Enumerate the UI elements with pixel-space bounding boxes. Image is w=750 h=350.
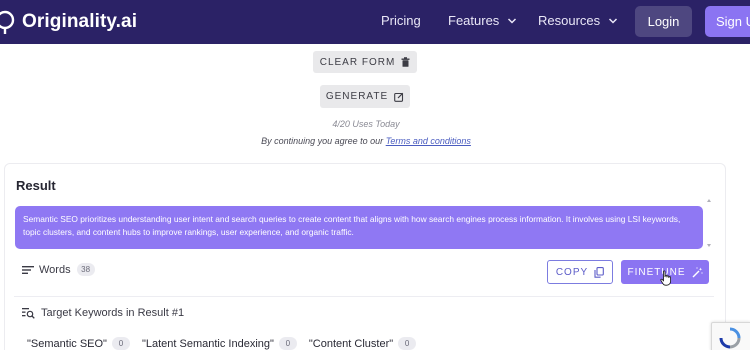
nav-link-label: Resources bbox=[538, 13, 601, 28]
keyword-item: "Latent Semantic Indexing" 0 bbox=[142, 337, 297, 350]
section-divider bbox=[14, 296, 714, 297]
finetune-label: FINETUNE bbox=[627, 266, 686, 278]
brand-logo[interactable]: Originality.ai bbox=[0, 8, 137, 36]
keyword-list: "Semantic SEO" 0 "Latent Semantic Indexi… bbox=[27, 337, 428, 350]
keyword-count-badge: 0 bbox=[111, 337, 130, 350]
keyword-label: "Latent Semantic Indexing" bbox=[141, 337, 274, 350]
usage-counter: 4/20 Uses Today bbox=[332, 119, 400, 129]
result-card bbox=[4, 163, 726, 350]
keyword-item: "Semantic SEO" 0 bbox=[27, 337, 130, 350]
copy-button[interactable]: COPY bbox=[547, 260, 613, 284]
word-count-badge: 38 bbox=[76, 263, 95, 276]
scroll-down-arrow-icon[interactable] bbox=[707, 244, 711, 247]
keyword-label: "Content Cluster" bbox=[308, 337, 394, 350]
magic-wand-icon bbox=[692, 266, 703, 277]
terms-notice: By continuing you agree to our Terms and… bbox=[0, 136, 732, 146]
text-lines-icon bbox=[22, 265, 34, 274]
logo-mark-icon bbox=[0, 10, 15, 34]
edit-square-icon bbox=[394, 92, 404, 102]
terms-prefix: By continuing you agree to our bbox=[261, 136, 386, 146]
scroll-up-arrow-icon[interactable] bbox=[707, 199, 711, 202]
generate-button[interactable]: GENERATE bbox=[320, 85, 410, 108]
trash-icon bbox=[401, 57, 410, 67]
target-keywords-label: Target Keywords in Result #1 bbox=[41, 307, 185, 319]
signup-button[interactable]: Sign Up bbox=[705, 6, 750, 37]
nav-link-features[interactable]: Features bbox=[448, 13, 517, 28]
terms-link[interactable]: Terms and conditions bbox=[386, 136, 471, 146]
search-list-icon bbox=[22, 308, 35, 319]
chevron-down-icon bbox=[508, 17, 517, 24]
clear-form-label: CLEAR FORM bbox=[319, 56, 396, 68]
target-keywords-heading: Target Keywords in Result #1 bbox=[22, 307, 184, 319]
nav-link-pricing[interactable]: Pricing bbox=[381, 13, 421, 28]
word-count: Words 38 bbox=[22, 263, 95, 276]
top-navbar: Originality.ai Pricing Features Resource… bbox=[0, 0, 750, 44]
result-heading: Result bbox=[16, 178, 56, 193]
chevron-down-icon bbox=[609, 17, 618, 24]
copy-label: COPY bbox=[555, 266, 589, 278]
copy-icon bbox=[594, 266, 605, 278]
keyword-count-badge: 0 bbox=[278, 337, 297, 350]
result-text-box[interactable]: Semantic SEO prioritizes understanding u… bbox=[15, 206, 703, 249]
clear-form-button[interactable]: CLEAR FORM bbox=[313, 51, 417, 73]
brand-name: Originality.ai bbox=[22, 11, 138, 32]
nav-link-label: Pricing bbox=[381, 13, 421, 28]
hand-pointer-cursor-icon bbox=[660, 270, 671, 286]
nav-link-resources[interactable]: Resources bbox=[538, 13, 618, 28]
nav-link-label: Features bbox=[448, 13, 500, 28]
login-button[interactable]: Login bbox=[635, 6, 692, 37]
keyword-item: "Content Cluster" 0 bbox=[308, 337, 417, 350]
recaptcha-icon bbox=[719, 327, 741, 349]
words-label: Words bbox=[39, 263, 71, 276]
recaptcha-badge[interactable] bbox=[711, 322, 750, 350]
keyword-count-badge: 0 bbox=[398, 337, 417, 350]
generate-label: GENERATE bbox=[325, 91, 389, 102]
keyword-label: "Semantic SEO" bbox=[27, 337, 107, 350]
